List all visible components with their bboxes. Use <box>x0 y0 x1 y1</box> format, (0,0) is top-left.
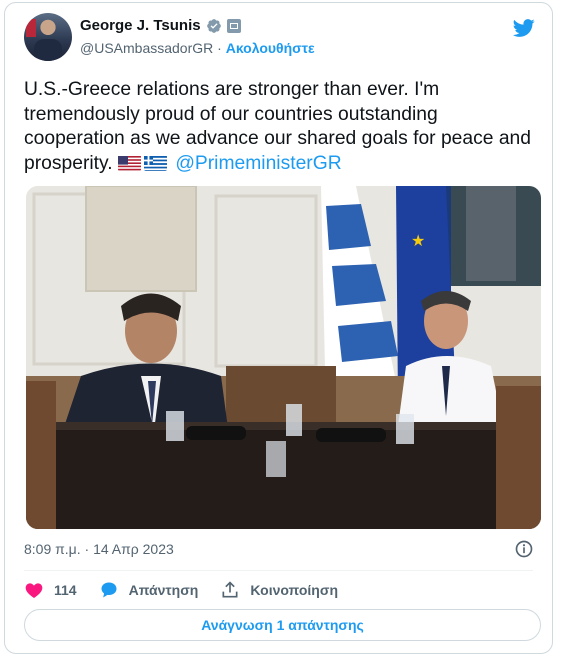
greek-flag-icon <box>143 155 167 171</box>
tweet-card[interactable]: George J. Tsunis @USAmbassadorGR · Ακολο… <box>4 2 553 654</box>
verified-badge-icon <box>206 18 221 33</box>
avatar[interactable] <box>24 13 72 61</box>
like-button[interactable]: 114 <box>24 580 77 600</box>
heart-icon <box>25 583 43 598</box>
share-icon <box>222 581 238 598</box>
twitter-bird-icon[interactable] <box>512 17 536 39</box>
read-replies-button[interactable]: Ανάγνωση 1 απάντησης <box>24 609 541 641</box>
follow-button[interactable]: Ακολουθήστε <box>226 40 315 56</box>
share-label: Κοινοποίηση <box>250 582 338 598</box>
svg-text:★: ★ <box>411 231 425 250</box>
divider <box>24 570 533 571</box>
info-icon[interactable] <box>514 539 534 559</box>
tweet-photo[interactable]: ★ ★ <box>26 186 541 529</box>
tweet-text: U.S.-Greece relations are stronger than … <box>24 78 534 176</box>
reply-label: Απάντηση <box>128 582 199 598</box>
author-name-row: George J. Tsunis <box>80 17 241 34</box>
mention-link[interactable]: @PrimeministerGR <box>175 153 341 174</box>
separator: · <box>217 40 222 56</box>
us-flag-icon <box>117 155 141 171</box>
government-badge-icon <box>226 18 241 33</box>
author-name[interactable]: George J. Tsunis <box>80 17 201 34</box>
speech-bubble-icon <box>101 582 117 598</box>
share-button[interactable]: Κοινοποίηση <box>220 580 338 600</box>
handle-row: @USAmbassadorGR · Ακολουθήστε <box>80 40 315 56</box>
timestamp[interactable]: 8:09 π.μ. · 14 Απρ 2023 <box>24 541 174 557</box>
author-handle[interactable]: @USAmbassadorGR <box>80 40 213 56</box>
action-bar: 114 Απάντηση Κοινοποίηση <box>24 580 360 600</box>
like-count: 114 <box>54 582 77 598</box>
reply-button[interactable]: Απάντηση <box>99 580 199 600</box>
